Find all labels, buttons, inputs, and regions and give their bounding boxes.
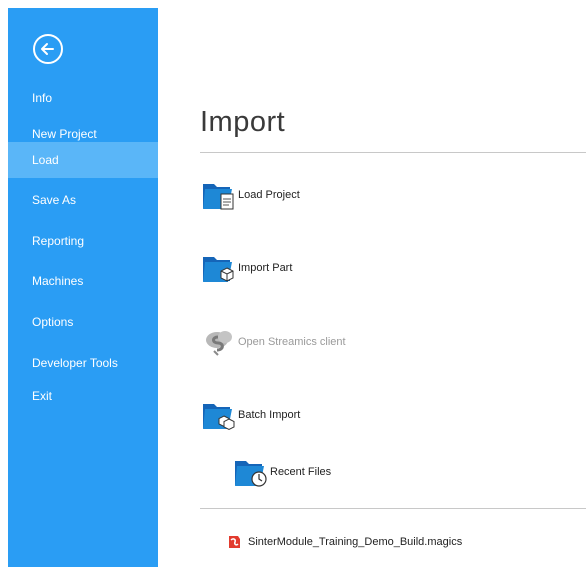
sidebar-item-info[interactable]: Info: [8, 80, 158, 116]
sidebar-item-load[interactable]: Load: [8, 142, 158, 178]
batch-import-button[interactable]: Batch Import: [200, 398, 300, 432]
sidebar-item-machines[interactable]: Machines: [8, 263, 158, 299]
recent-divider: [200, 508, 586, 509]
sidebar-item-options[interactable]: Options: [8, 304, 158, 340]
load-project-button[interactable]: Load Project: [200, 178, 300, 212]
recent-file-name: SinterModule_Training_Demo_Build.magics: [248, 536, 463, 548]
sidebar-item-save-as[interactable]: Save As: [8, 182, 158, 218]
page-title: Import: [200, 106, 286, 138]
title-divider: [200, 152, 586, 153]
sidebar-item-reporting[interactable]: Reporting: [8, 223, 158, 259]
folder-document-icon: [200, 178, 240, 212]
open-streamics-client-button[interactable]: Open Streamics client: [200, 325, 346, 359]
import-part-label: Import Part: [238, 262, 293, 274]
import-part-button[interactable]: Import Part: [200, 251, 292, 285]
sidebar: Info New Project Load Save As Reporting …: [8, 8, 158, 567]
recent-file-item[interactable]: SinterModule_Training_Demo_Build.magics: [226, 534, 462, 550]
open-streamics-client-label: Open Streamics client: [238, 336, 346, 348]
load-project-label: Load Project: [238, 189, 300, 201]
magics-file-icon: [229, 536, 240, 548]
back-button[interactable]: [33, 34, 63, 64]
folder-cubes-icon: [200, 398, 240, 432]
batch-import-label: Batch Import: [238, 409, 301, 421]
folder-cube-icon: [200, 251, 240, 285]
back-arrow-icon: [41, 43, 54, 55]
folder-clock-icon: [232, 455, 272, 489]
sidebar-item-exit[interactable]: Exit: [8, 378, 158, 414]
sidebar-item-developer-tools[interactable]: Developer Tools: [8, 345, 158, 381]
recent-files-button[interactable]: Recent Files: [232, 455, 331, 489]
recent-files-label: Recent Files: [270, 466, 332, 478]
streamics-cloud-icon: [200, 325, 240, 359]
